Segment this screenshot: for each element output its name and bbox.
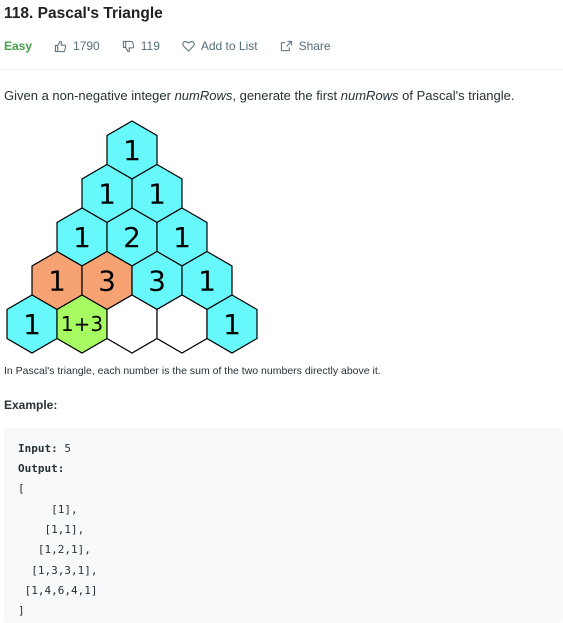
triangle-cell-value: 1 (123, 134, 141, 167)
difficulty-badge: Easy (4, 39, 33, 53)
example-input-line: Input: 5 (18, 442, 71, 455)
triangle-cell-value: 2 (123, 221, 141, 254)
triangle-cell-value: 3 (98, 265, 116, 298)
share-icon (280, 40, 292, 52)
description-text-3: of Pascal's triangle. (398, 88, 515, 103)
triangle-cell-value: 1 (48, 265, 66, 298)
triangle-cell-value: 1+3 (61, 312, 103, 336)
triangle-cell-value: 1 (223, 308, 241, 341)
pascal-triangle-figure: 11 11 2 11 3 3 11 1+3 1 (6, 120, 258, 354)
description-var-2: numRows (340, 88, 399, 103)
output-line: [1], (18, 503, 78, 516)
triangle-cell-value: 1 (148, 178, 166, 211)
problem-meta-bar: Easy 1790 119 Add to List Share (4, 38, 353, 54)
problem-description: Given a non-negative integer numRows, ge… (4, 88, 515, 103)
heart-icon (182, 41, 195, 52)
triangle-cell-value: 1 (23, 308, 41, 341)
triangle-cell-value: 1 (173, 221, 191, 254)
add-to-list-label: Add to List (200, 39, 258, 53)
add-to-list-button[interactable]: Add to List (182, 39, 258, 53)
triangle-cell-value: 3 (148, 265, 166, 298)
output-line: [1,4,6,4,1] (18, 584, 98, 597)
output-line: ] (18, 604, 25, 617)
input-label: Input: (18, 442, 58, 455)
like-count: 1790 (73, 39, 100, 53)
output-label: Output: (18, 462, 65, 475)
share-button[interactable]: Share (280, 39, 331, 53)
figure-caption: In Pascal's triangle, each number is the… (4, 365, 381, 377)
input-value: 5 (57, 442, 71, 455)
like-button[interactable]: 1790 (54, 39, 100, 53)
description-var-1: numRows (174, 88, 233, 103)
output-line: [1,3,3,1], (18, 564, 98, 577)
triangle-cell-value: 1 (98, 178, 116, 211)
dislike-count: 119 (140, 39, 160, 53)
output-line: [1,1], (18, 523, 85, 536)
description-text-2: , generate the first (232, 88, 341, 103)
share-label: Share (298, 39, 331, 53)
triangle-cell-value: 1 (73, 221, 91, 254)
example-heading: Example: (4, 398, 58, 412)
problem-title: 118. Pascal's Triangle (4, 5, 163, 22)
header-divider (0, 69, 563, 70)
example-code-block: Input: 5 Output: [ [1], [1,1], [1,2,1], … (4, 428, 563, 623)
dislike-button[interactable]: 119 (122, 39, 160, 53)
thumbs-down-icon (122, 40, 134, 52)
triangle-cell-value: 1 (198, 265, 216, 298)
thumbs-up-icon (54, 40, 67, 52)
description-text-1: Given a non-negative integer (4, 88, 175, 103)
output-line: [1,2,1], (18, 543, 91, 556)
output-line: [ (18, 482, 25, 495)
